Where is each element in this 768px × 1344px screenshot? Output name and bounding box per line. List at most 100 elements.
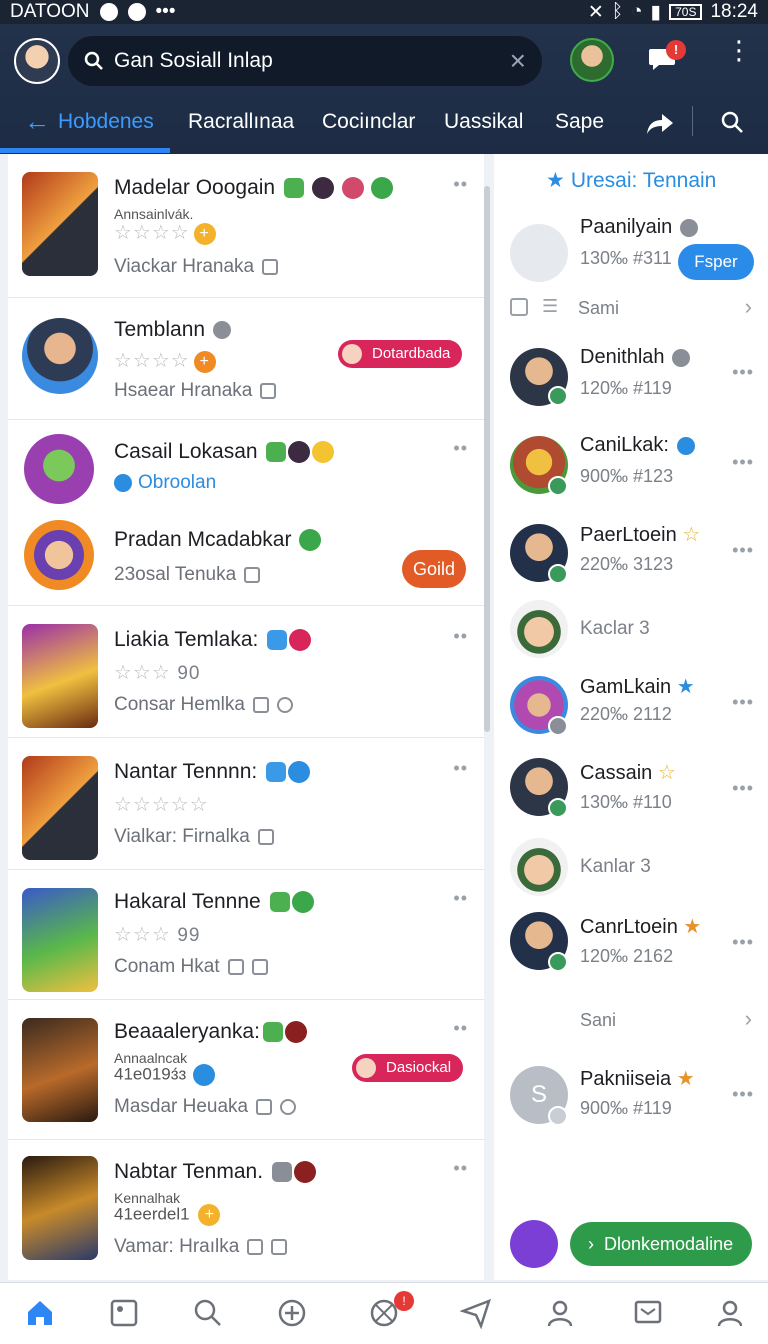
user-name: CanrLtoein	[580, 916, 678, 938]
item-thumbnail	[22, 1018, 98, 1122]
star-outline-icon: ☆	[657, 762, 676, 784]
tab-hobdenes[interactable]: Hobdenes	[58, 110, 154, 134]
user-name-row: GamLkain ★	[580, 674, 695, 699]
tab-divider	[692, 106, 693, 136]
more-options-icon[interactable]: ••	[453, 1158, 468, 1179]
user-name: Pakniiseia	[580, 1068, 672, 1090]
user-row[interactable]: Kaclar 3	[494, 598, 768, 664]
list-item-group[interactable]: Casail Lokasan Obroolan •• Pradan Mcadab…	[8, 420, 484, 606]
list-item[interactable]: Temblann ☆☆☆☆ + Hsaear Hranaka Dotardbada	[8, 298, 484, 420]
list-item[interactable]: Nabtar Tenman. Kennalhak 41eerdel1 + Vam…	[8, 1140, 484, 1280]
gallery-icon[interactable]	[108, 1297, 140, 1329]
more-options-icon[interactable]: •••	[732, 692, 754, 713]
add-icon[interactable]	[276, 1297, 308, 1329]
share-icon[interactable]	[646, 112, 674, 136]
more-options-icon[interactable]: •••	[732, 540, 754, 561]
like-icon[interactable]	[276, 696, 293, 713]
account-avatar[interactable]	[570, 38, 614, 82]
compose-fab[interactable]	[510, 1220, 558, 1268]
overflow-menu-icon[interactable]: ⋮	[726, 37, 752, 63]
item-link[interactable]: Obroolan	[138, 472, 216, 493]
list-item[interactable]: Liakia Temlaka: ☆☆☆ 90 Consar Hemlka ••	[8, 606, 484, 738]
user-row[interactable]: CaniLkak: 900‰ #123 •••	[494, 426, 768, 506]
search-bar[interactable]: Gan Sosiall Inlap ×	[68, 36, 542, 86]
follow-button[interactable]: Fsper	[678, 244, 754, 280]
home-icon[interactable]	[24, 1297, 56, 1329]
like-icon[interactable]	[280, 1098, 297, 1115]
user-row[interactable]: Cassain ☆ 130‰ #110 •••	[494, 756, 768, 836]
clear-search-icon[interactable]: ×	[510, 47, 526, 75]
profile-avatar[interactable]	[14, 38, 60, 84]
account-nav-icon[interactable]	[714, 1297, 746, 1329]
tab-search-icon[interactable]	[720, 110, 744, 134]
bookmark-icon[interactable]	[260, 382, 277, 399]
section-header[interactable]: Sani ›	[494, 1006, 768, 1036]
section-header[interactable]: ☰ Sami ›	[494, 294, 768, 324]
chevron-right-icon[interactable]: ›	[745, 1006, 752, 1032]
user-row[interactable]: Denithlah 120‰ #119 •••	[494, 340, 768, 420]
search-nav-icon[interactable]	[192, 1297, 224, 1329]
list-item[interactable]: Beaaaleryanka: Annaalncak 41e019ɜ́ɜ Masd…	[8, 1000, 484, 1140]
user-row[interactable]: GamLkain ★ 220‰ 2112 •••	[494, 674, 768, 754]
user-row[interactable]: PaerLtoein ☆ 220‰ 3123 •••	[494, 514, 768, 594]
status-pill[interactable]: Dotardbada	[338, 340, 463, 368]
star-icon: ★	[676, 676, 695, 698]
gold-button[interactable]: Goild	[402, 550, 466, 588]
bookmark-icon[interactable]	[252, 696, 269, 713]
status-dot	[548, 716, 568, 736]
bookmark-icon[interactable]	[257, 828, 274, 845]
rating-stars: ☆☆☆ 90	[114, 660, 201, 685]
user-name-row: CaniLkak:	[580, 434, 695, 457]
user-row[interactable]: S Pakniiseia ★ 900‰ #119 •••	[494, 1064, 768, 1144]
more-options-icon[interactable]: ••	[453, 174, 468, 195]
item-subtitle-2: 41eerdel1	[114, 1204, 190, 1224]
user-row[interactable]: Kanlar 3	[494, 836, 768, 906]
back-arrow-icon[interactable]: ←	[24, 106, 50, 137]
bookmark-icon[interactable]	[262, 258, 279, 275]
tab-racrallinaa[interactable]: Racrallınaa	[188, 110, 294, 134]
tab-uassikal[interactable]: Uassikal	[444, 110, 523, 134]
more-options-icon[interactable]: ••	[453, 626, 468, 647]
game-badge-icon	[283, 178, 304, 199]
more-options-icon[interactable]: ••	[453, 888, 468, 909]
send-icon[interactable]	[460, 1297, 492, 1329]
user-name: Cassain	[580, 762, 653, 784]
info-badge-icon	[212, 321, 231, 340]
archive-icon[interactable]	[251, 958, 268, 975]
rating-stars-text: ☆☆☆	[114, 662, 171, 684]
list-scrollbar[interactable]	[484, 186, 490, 732]
bookmark-icon[interactable]	[256, 1098, 273, 1115]
star-outline-icon: ☆	[682, 524, 701, 546]
more-options-icon[interactable]: •••	[732, 452, 754, 473]
user-meta: 900‰ #123	[580, 466, 674, 486]
tab-cociinclar[interactable]: Cociınclar	[322, 110, 415, 134]
list-item[interactable]: Hakaral Tennne ☆☆☆ 99 Conam Hkat ••	[8, 870, 484, 1000]
archive-icon[interactable]	[271, 1238, 288, 1255]
more-options-icon[interactable]: •••	[732, 1084, 754, 1105]
more-options-icon[interactable]: •••	[732, 932, 754, 953]
more-options-icon[interactable]: ••	[453, 438, 468, 459]
messages-icon[interactable]	[632, 1297, 664, 1329]
tab-sape[interactable]: Sape	[555, 110, 604, 134]
user-name-row: Cassain ☆	[580, 760, 676, 785]
profile-nav-icon[interactable]	[544, 1297, 576, 1329]
user-row[interactable]: CanrLtoein ★ 120‰ 2162 •••	[494, 910, 768, 990]
status-pill[interactable]: Dasiockal	[352, 1054, 464, 1082]
featured-user[interactable]: Paanilyain 130‰ #311 Fsper	[494, 210, 768, 300]
featured-name-row: Paanilyain	[580, 216, 698, 239]
more-options-icon[interactable]: ••	[453, 758, 468, 779]
more-options-icon[interactable]: •••	[732, 778, 754, 799]
bookmark-icon[interactable]	[227, 958, 244, 975]
user-meta: 900‰ #119	[580, 1098, 672, 1118]
mute-icon: ✕	[587, 1, 604, 23]
list-item[interactable]: Madelar Ooogain Annsainlvák. ☆☆☆☆ + Viack…	[8, 154, 484, 298]
search-input[interactable]: Gan Sosiall Inlap	[114, 49, 510, 73]
list-item[interactable]: Nantar Tennnn: ☆☆☆☆☆ Vialkar: Firnalka •…	[8, 738, 484, 870]
more-options-icon[interactable]: ••	[453, 1018, 468, 1039]
cta-button[interactable]: › Dlonkemodaline	[570, 1222, 752, 1266]
chevron-right-icon[interactable]: ›	[745, 294, 752, 320]
more-options-icon[interactable]: •••	[732, 362, 754, 383]
bookmark-icon[interactable]	[244, 566, 261, 583]
bookmark-icon[interactable]	[247, 1238, 264, 1255]
item-thumbnail	[22, 1156, 98, 1260]
